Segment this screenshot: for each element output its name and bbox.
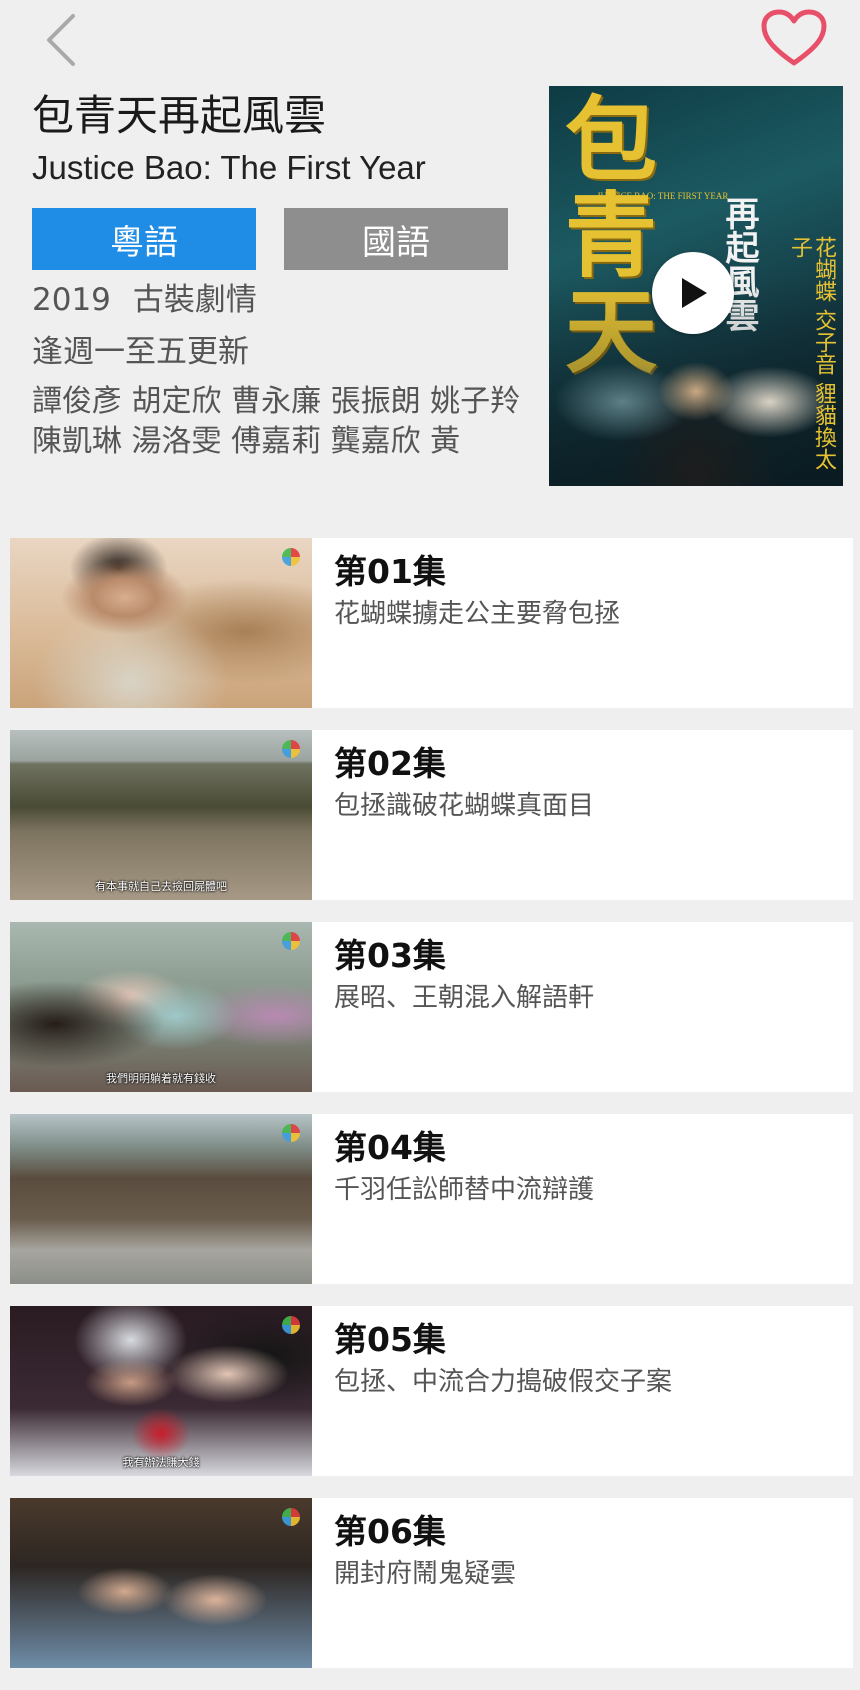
episode-title: 包拯、中流合力搗破假交子案 — [334, 1367, 673, 1397]
mandarin-language-button[interactable]: 國語 — [284, 208, 508, 270]
episode-item-03[interactable]: 我們明明躺着就有錢收 第03集 展昭、王朝混入解語軒 — [10, 922, 853, 1092]
tvb-logo-icon — [282, 1316, 300, 1334]
episode-number: 第05集 — [334, 1320, 446, 1359]
show-title-english: Justice Bao: The First Year — [32, 149, 426, 186]
thumbnail-subtitle: 我有辦法賺大錢 — [122, 1456, 200, 1469]
tvb-logo-icon — [282, 932, 300, 950]
tvb-logo-icon — [282, 1508, 300, 1526]
episode-number: 第02集 — [334, 744, 446, 783]
episode-thumbnail — [10, 538, 312, 708]
episode-info: 第06集 開封府鬧鬼疑雲 — [312, 1498, 853, 1668]
update-schedule: 逢週一至五更新 — [32, 334, 249, 370]
tvb-logo-icon — [282, 548, 300, 566]
episode-list: 第01集 花蝴蝶擄走公主要脅包拯 有本事就自己去撿回屍體吧 第02集 包拯識破花… — [10, 538, 853, 1690]
tvb-logo-icon — [282, 1124, 300, 1142]
genre: 古裝劇情 — [132, 282, 257, 318]
back-button[interactable] — [36, 10, 86, 70]
episode-thumbnail — [10, 1114, 312, 1284]
episode-info: 第04集 千羽任訟師替中流辯護 — [312, 1114, 853, 1284]
poster-image[interactable]: 包青天 再起風雲 JUSTICE BAO: THE FIRST YEAR 花蝴蝶… — [549, 86, 843, 486]
episode-item-04[interactable]: 第04集 千羽任訟師替中流辯護 — [10, 1114, 853, 1284]
episode-info: 第05集 包拯、中流合力搗破假交子案 — [312, 1306, 853, 1476]
episode-thumbnail: 我有辦法賺大錢 — [10, 1306, 312, 1476]
episode-title: 千羽任訟師替中流辯護 — [334, 1175, 595, 1205]
episode-title: 包拯識破花蝴蝶真面目 — [334, 791, 595, 821]
episode-number: 第04集 — [334, 1128, 446, 1167]
episode-item-02[interactable]: 有本事就自己去撿回屍體吧 第02集 包拯識破花蝴蝶真面目 — [10, 730, 853, 900]
cantonese-language-button[interactable]: 粵語 — [32, 208, 256, 270]
tvb-logo-icon — [282, 740, 300, 758]
episode-number: 第03集 — [334, 936, 446, 975]
heart-outline-icon — [761, 9, 827, 66]
favorite-button[interactable] — [758, 6, 830, 70]
episode-thumbnail: 我們明明躺着就有錢收 — [10, 922, 312, 1092]
poster-english-title: JUSTICE BAO: THE FIRST YEAR — [597, 191, 729, 201]
play-button[interactable] — [652, 252, 734, 334]
episode-thumbnail: 有本事就自己去撿回屍體吧 — [10, 730, 312, 900]
chevron-left-icon — [47, 14, 75, 66]
release-year: 2019 — [32, 282, 111, 318]
episode-thumbnail — [10, 1498, 312, 1668]
cast-list: 譚俊彥 胡定欣 曹永廉 張振朗 姚子羚 陳凱琳 湯洛雯 傅嘉莉 龔嘉欣 黃 — [32, 384, 521, 459]
episode-info: 第01集 花蝴蝶擄走公主要脅包拯 — [312, 538, 853, 708]
episode-title: 花蝴蝶擄走公主要脅包拯 — [334, 599, 621, 629]
play-icon — [682, 278, 707, 308]
episode-number: 第01集 — [334, 552, 446, 591]
episode-item-06[interactable]: 第06集 開封府鬧鬼疑雲 — [10, 1498, 853, 1668]
episode-title: 展昭、王朝混入解語軒 — [334, 983, 595, 1013]
poster-side-text: 花蝴蝶 交子音 貍貓換太子 — [787, 236, 836, 470]
show-title-chinese: 包青天再起風雲 — [32, 91, 327, 140]
episode-title: 開封府鬧鬼疑雲 — [334, 1559, 517, 1589]
episode-item-01[interactable]: 第01集 花蝴蝶擄走公主要脅包拯 — [10, 538, 853, 708]
top-bar — [0, 0, 860, 80]
episode-number: 第06集 — [334, 1512, 446, 1551]
show-header: 包青天再起風雲 Justice Bao: The First Year 粵語 國… — [0, 80, 860, 500]
thumbnail-subtitle: 我們明明躺着就有錢收 — [106, 1072, 216, 1085]
thumbnail-subtitle: 有本事就自己去撿回屍體吧 — [95, 880, 227, 893]
episode-info: 第03集 展昭、王朝混入解語軒 — [312, 922, 853, 1092]
episode-info: 第02集 包拯識破花蝴蝶真面目 — [312, 730, 853, 900]
year-genre-line: 2019 古裝劇情 — [32, 280, 257, 320]
episode-item-05[interactable]: 我有辦法賺大錢 第05集 包拯、中流合力搗破假交子案 — [10, 1306, 853, 1476]
